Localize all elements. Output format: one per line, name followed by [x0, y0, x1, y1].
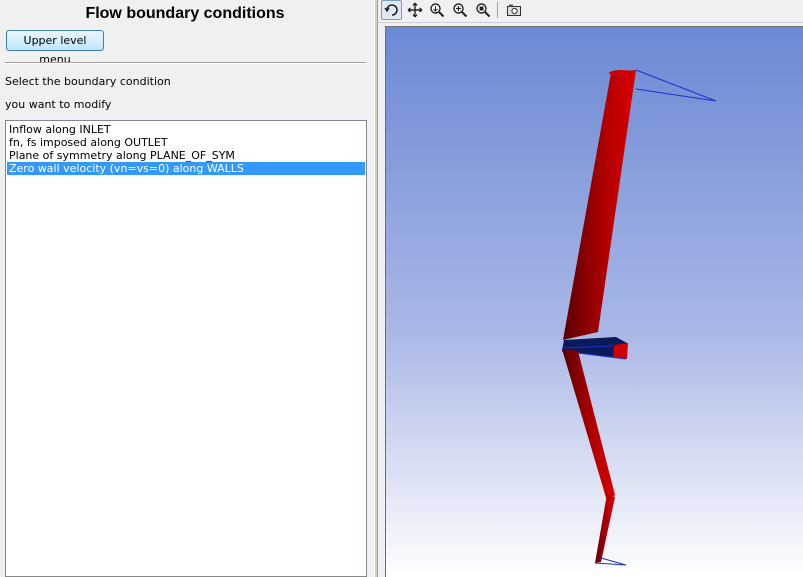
- instruction-text-1: Select the boundary condition: [5, 75, 171, 88]
- camera-icon: [506, 4, 521, 16]
- snapshot-button[interactable]: [503, 0, 524, 20]
- list-item-plane-of-symmetry[interactable]: Plane of symmetry along PLANE_OF_SYM: [7, 149, 365, 162]
- zoom-icon: [429, 3, 444, 18]
- rotate-icon: [383, 4, 398, 16]
- toolbar-separator: [497, 2, 498, 18]
- list-item-outlet[interactable]: fn, fs imposed along OUTLET: [7, 136, 365, 149]
- list-item-inlet[interactable]: Inflow along INLET: [7, 123, 365, 136]
- rotate-button[interactable]: [381, 0, 402, 20]
- upper-level-menu-button[interactable]: Upper level menu: [6, 30, 104, 66]
- connector-end: [613, 343, 628, 359]
- zoom-in-icon: [452, 3, 467, 18]
- panel-splitter[interactable]: [374, 0, 378, 577]
- boundary-condition-list[interactable]: Inflow along INLET fn, fs imposed along …: [5, 120, 367, 577]
- 3d-viewport[interactable]: [385, 26, 803, 577]
- list-item-walls[interactable]: Zero wall velocity (vn=vs=0) along WALLS: [7, 162, 365, 175]
- instruction-text-2: you want to modify: [5, 98, 112, 111]
- inlet-cap: [609, 70, 635, 76]
- divider: [5, 62, 366, 64]
- zoom-fit-icon: [475, 3, 490, 18]
- boundary-conditions-panel: Flow boundary conditions Upper level men…: [0, 0, 374, 577]
- viewport-scene: [386, 27, 803, 577]
- pan-button[interactable]: [404, 0, 425, 20]
- zoom-in-button[interactable]: [449, 0, 470, 20]
- viewer-toolbar: [378, 0, 803, 23]
- pan-icon: [407, 2, 422, 18]
- zoom-button[interactable]: [426, 0, 447, 20]
- panel-title: Flow boundary conditions: [85, 5, 285, 22]
- zoom-fit-button[interactable]: [472, 0, 493, 20]
